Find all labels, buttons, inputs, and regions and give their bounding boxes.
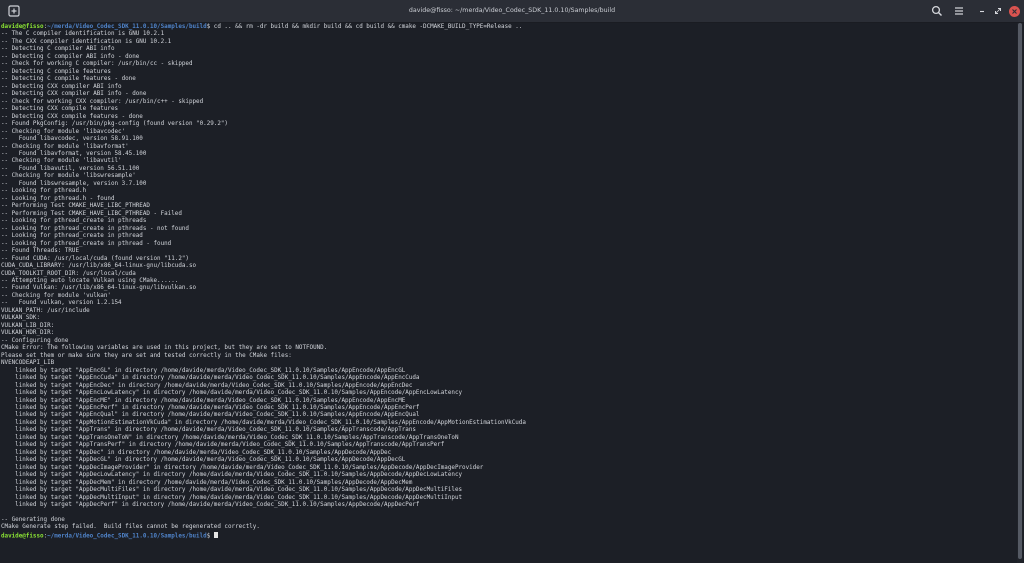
output-line: linked by target "AppEncLowLatency" in d… [1,390,463,397]
output-line: -- Found libswresample, version 3.7.100 [1,180,147,187]
output-line: -- Check for working CXX compiler: /usr/… [1,98,204,105]
minimize-icon [980,10,984,13]
output-line: CMake Generate step failed. Build files … [1,524,260,531]
output-line: -- Detecting CXX compiler ABI info [1,83,122,90]
output-line: linked by target "AppMotionEstimationVkC… [1,419,526,426]
output-line: NVENCODEAPI_LIB [1,360,55,367]
prompt-user: davide@fisso [1,533,44,540]
output-line: -- Looking for pthread.h [1,188,87,195]
close-button[interactable] [1006,3,1022,19]
prompt-path: ~/merda/Video_Codec_SDK_11.0.10/Samples/… [47,24,207,30]
output-line: -- Checking for module 'libavutil' [1,158,122,165]
prompt-symbol: $ [206,533,211,540]
prompt-path: ~/merda/Video_Codec_SDK_11.0.10/Samples/… [47,533,207,540]
output-line: -- Found PkgConfig: /usr/bin/pkg-config … [1,121,228,128]
output-line: -- Found vulkan, version 1.2.154 [1,300,122,307]
output-line: linked by target "AppDecImageProvider" i… [1,464,484,471]
command-text: cd .. && rm -dr build && mkdir build && … [210,24,523,30]
output-line: linked by target "AppTransOneToN" in dir… [1,434,459,441]
output-line: linked by target "AppEncPerf" in directo… [1,404,420,411]
output-line: linked by target "AppEncGL" in directory… [1,367,406,374]
output-line: -- Looking for pthread_create in pthread… [1,240,172,247]
title-bar[interactable]: davide@fisso: ~/merda/Video_Codec_SDK_11… [0,0,1024,23]
output-line: -- Detecting C compiler ABI info - done [1,53,140,60]
output-line: Please set them or make sure they are se… [1,352,292,359]
output-line: linked by target "AppTrans" in directory… [1,427,416,434]
output-line: CUDA_TOOLKIT_ROOT_DIR: /usr/local/cuda [1,270,136,277]
text-cursor [213,531,218,539]
output-line: linked by target "AppDecPerf" in directo… [1,502,420,509]
output-line: -- Found libavcodec, version 58.91.100 [1,136,143,143]
output-line: -- The CXX compiler identification is GN… [1,38,172,45]
current-prompt-line[interactable]: davide@fisso:~/merda/Video_Codec_SDK_11.… [1,531,218,540]
output-line: -- Detecting C compile features - done [1,76,136,83]
output-line: linked by target "AppDecMem" in director… [1,479,413,486]
output-line: -- Checking for module 'libswresample' [1,173,136,180]
output-line: -- Detecting CXX compile features [1,106,119,113]
output-line: linked by target "AppDecLowLatency" in d… [1,472,463,479]
output-line: -- Found Threads: TRUE [1,248,80,255]
output-line: -- Found libavutil, version 56.51.100 [1,165,140,172]
prompt-user: davide@fisso [1,24,44,30]
output-line: -- Detecting CXX compile features - done [1,113,143,120]
output-line: VULKAN_SDK: [1,315,41,322]
terminal-output[interactable]: davide@fisso:~/merda/Video_Codec_SDK_11.… [0,23,1016,563]
output-line: -- Configuring done [1,337,69,344]
minimize-button[interactable] [974,3,990,19]
terminal-window: davide@fisso: ~/merda/Video_Codec_SDK_11… [0,0,1024,563]
output-line: CMake Error: The following variables are… [1,345,328,352]
output-line: -- Checking for module 'vulkan' [1,292,111,299]
output-line: -- Detecting C compile features [1,68,111,75]
output-line: VULKAN_PATH: /usr/include [1,307,90,314]
close-icon [1011,8,1017,14]
output-line: -- Check for working C compiler: /usr/bi… [1,61,193,68]
maximize-button[interactable] [990,3,1006,19]
output-line: linked by target "AppEncME" in directory… [1,397,406,404]
output-line: -- Performing Test CMAKE_HAVE_LIBC_PTHRE… [1,203,150,210]
output-line: -- Generating done [1,517,65,524]
output-line: linked by target "AppEncQual" in directo… [1,412,420,419]
output-line: -- Looking for pthread_create in pthread… [1,225,189,232]
output-line: VULKAN_LIB_DIR: [1,322,55,329]
output-line: -- Checking for module 'libavcodec' [1,128,126,135]
search-icon [931,5,942,16]
close-button-circle [1008,5,1020,17]
output-line: linked by target "AppEncCuda" in directo… [1,375,420,382]
output-line: -- Detecting CXX compiler ABI info - don… [1,91,147,98]
scrollbar-thumb[interactable] [1018,23,1022,559]
command-line: davide@fisso:~/merda/Video_Codec_SDK_11.… [1,24,522,32]
output-line: -- Attempting auto locate Vulkan using C… [1,277,179,284]
output-line: -- Found CUDA: /usr/local/cuda (found ve… [1,255,189,262]
scrollbar[interactable] [1017,23,1023,563]
output-line: linked by target "AppTransPerf" in direc… [1,442,445,449]
output-line: -- Looking for pthread_create in pthread [1,233,143,240]
output-line: linked by target "AppEncDec" in director… [1,382,413,389]
output-line: CUDA_CUDA_LIBRARY: /usr/lib/x86_64-linux… [1,263,197,270]
output-line: -- Found Vulkan: /usr/lib/x86_64-linux-g… [1,285,197,292]
output-line: linked by target "AppDec" in directory /… [1,449,392,456]
maximize-icon [995,8,1001,14]
output-line: -- Looking for pthread.h - found [1,195,115,202]
output-line: -- The C compiler identification is GNU … [1,31,165,38]
output-line: -- Performing Test CMAKE_HAVE_LIBC_PTHRE… [1,210,182,217]
window-title: davide@fisso: ~/merda/Video_Codec_SDK_11… [408,7,616,14]
output-line: linked by target "AppDecMultiFiles" in d… [1,487,463,494]
output-line: -- Found libavformat, version 58.45.100 [1,150,147,157]
output-line: linked by target "AppDecGL" in directory… [1,457,406,464]
output-line: linked by target "AppDecMultiInput" in d… [1,494,463,501]
menu-button[interactable] [951,3,967,19]
output-line: -- Detecting C compiler ABI info [1,46,115,53]
hamburger-menu-icon [955,7,963,15]
output-line: VULKAN_HDR_DIR: [1,330,55,337]
search-button[interactable] [929,3,945,19]
output-line: -- Checking for module 'libavformat' [1,143,129,150]
output-line: -- Looking for pthread_create in pthread… [1,218,147,225]
